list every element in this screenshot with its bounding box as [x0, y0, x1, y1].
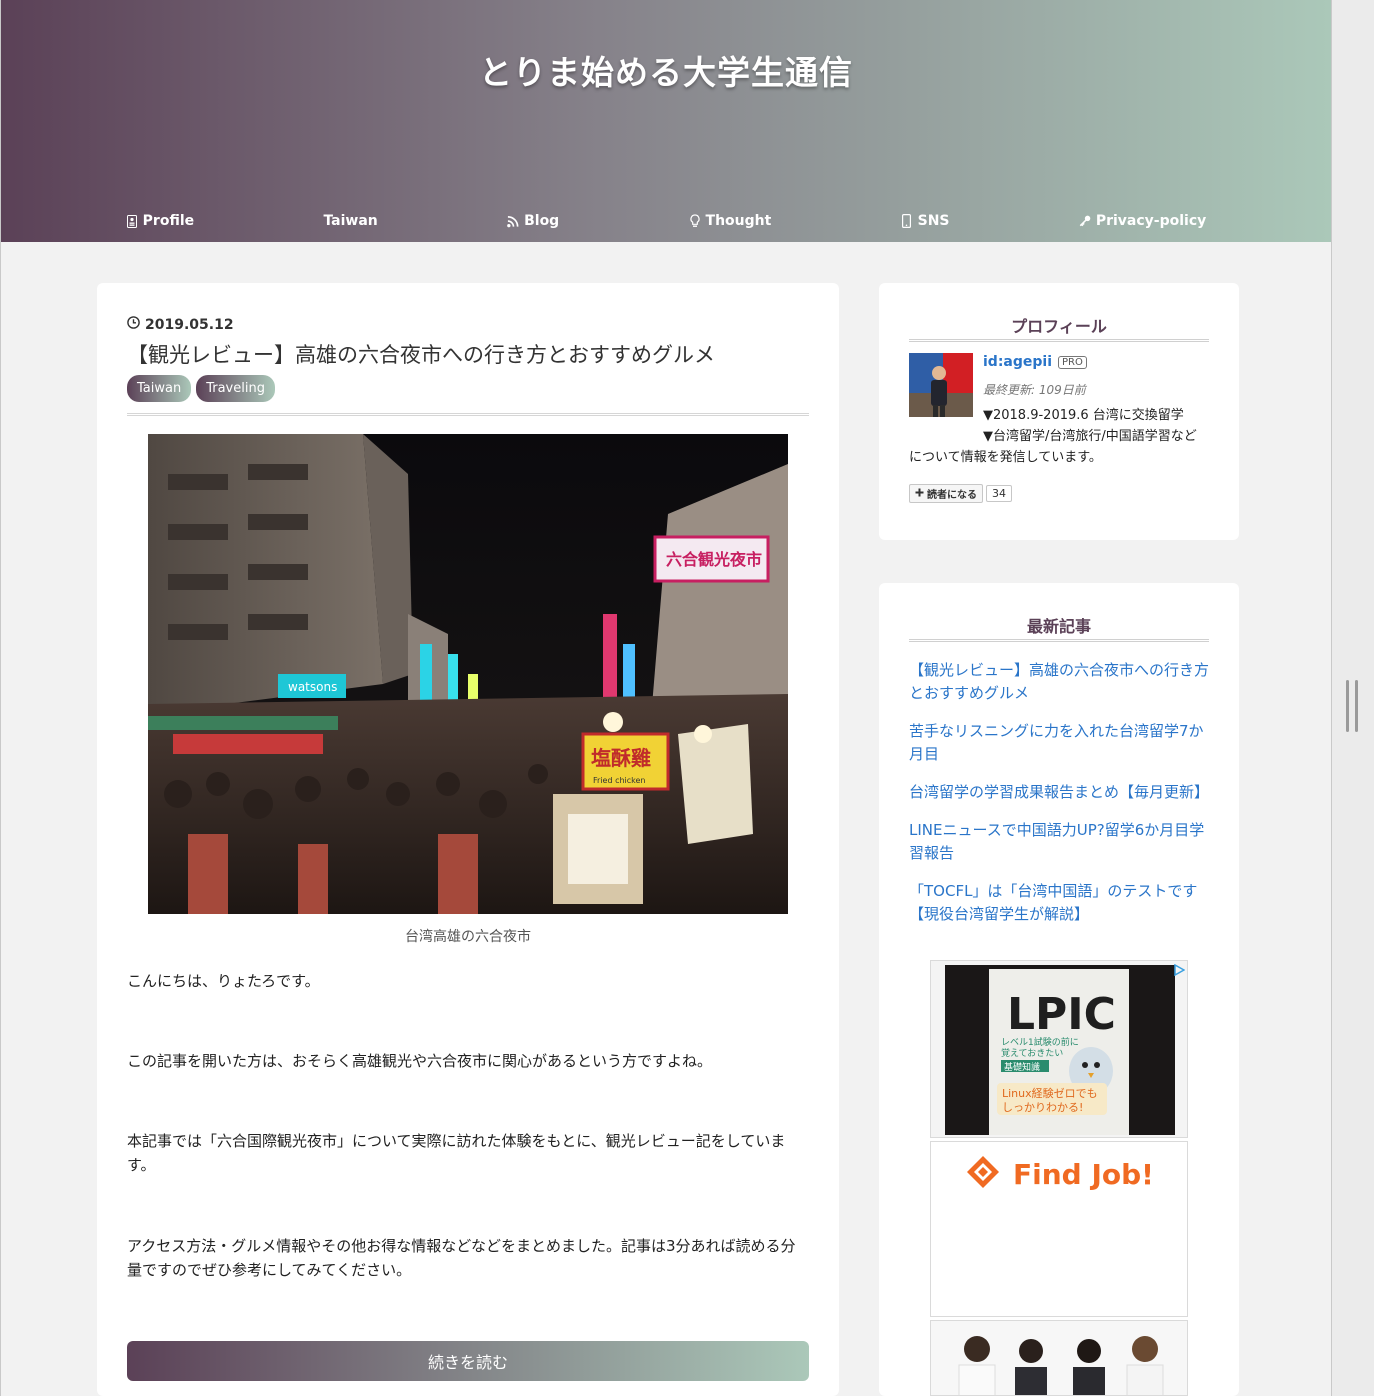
drag-handle[interactable]	[1346, 680, 1358, 732]
book-title: LPIC	[1007, 989, 1116, 1040]
book-band: 基礎知識	[1004, 1061, 1040, 1073]
nav-privacy-policy[interactable]: Privacy-policy	[1039, 208, 1246, 234]
lightbulb-icon	[689, 214, 701, 228]
recent-post-link[interactable]: LINEニュースで中国語力UP?留学6か月目学習報告	[909, 819, 1209, 865]
profile-heading: プロフィール	[1011, 317, 1107, 336]
recent-heading: 最新記事	[1026, 617, 1091, 636]
market-sign: 六合観光夜市	[666, 550, 762, 569]
ad-block: LPIC レベル1試験の前に 覚えておきたい 基礎知識 Linux経験ゼロでも …	[930, 960, 1189, 1396]
nav-blog[interactable]: Blog	[467, 208, 599, 234]
ad-book[interactable]: LPIC レベル1試験の前に 覚えておきたい 基礎知識 Linux経験ゼロでも …	[930, 960, 1188, 1138]
article-paragraph-4: アクセス方法・グルメ情報やその他お得な情報などなどをまとめました。記事は3分あれ…	[127, 1237, 796, 1279]
image-caption: 台湾高雄の六合夜市	[405, 929, 531, 945]
nav-blog-label: Blog	[524, 213, 560, 229]
tag-taiwan[interactable]: Taiwan	[127, 375, 192, 402]
book-tagline-1: Linux経験ゼロでも	[1002, 1086, 1098, 1100]
recent-list: 【観光レビュー】高雄の六合夜市への行き方とおすすめグルメ 苦手なリスニングに力を…	[909, 659, 1209, 941]
article-title[interactable]: 【観光レビュー】高雄の六合夜市への行き方とおすすめグルメ	[127, 339, 715, 369]
article-paragraph-3: 本記事では「六合国際観光夜市」について実際に訪れた体験をもとに、観光レビュー記を…	[127, 1132, 786, 1174]
fried-chicken-sign: 塩酥雞	[591, 746, 651, 770]
nav-profile-label: Profile	[142, 213, 195, 229]
book-tagline-2: しっかりわかる!	[1002, 1101, 1083, 1114]
article-tags: Taiwan Traveling	[127, 375, 275, 402]
nav-sns[interactable]: SNS	[861, 208, 990, 234]
site-title[interactable]: とりま始める大学生通信	[1, 46, 1331, 94]
watsons-sign: watsons	[288, 680, 337, 694]
subscribe-widget: 読者になる 34	[909, 484, 1012, 503]
title-divider	[127, 413, 809, 416]
recent-post-link[interactable]: 苦手なリスニングに力を入れた台湾留学7か月目	[909, 720, 1209, 766]
read-more-button[interactable]: 続きを読む	[127, 1341, 809, 1381]
clock-icon	[127, 316, 140, 333]
article-paragraph-2: この記事を開いた方は、おそらく高雄観光や六合夜市に関心があるという方ですよね。	[127, 1052, 713, 1070]
browser-window: とりま始める大学生通信 Profile Taiwan Blog Thought …	[0, 0, 1332, 1396]
fried-chicken-subsign: Fried chicken	[593, 776, 646, 785]
pro-badge: PRO	[1058, 355, 1087, 369]
subscribe-label: 読者になる	[927, 490, 977, 501]
global-nav: Profile Taiwan Blog Thought SNS Privacy-…	[1, 208, 1331, 234]
article-card: 2019.05.12 【観光レビュー】高雄の六合夜市への行き方とおすすめグルメ …	[97, 283, 839, 1396]
profile-id: id:agepii PRO	[983, 354, 1087, 370]
night-market-photo: watsons 六合観光夜市 塩酥雞 Fried chicken	[148, 434, 788, 914]
site-header: とりま始める大学生通信 Profile Taiwan Blog Thought …	[1, 0, 1331, 242]
profile-id-link[interactable]: id:agepii	[983, 354, 1052, 370]
profile-bio-line-2: ▼台湾留学/台湾旅行/中国語学習などについて情報を発信しています。	[909, 429, 1197, 465]
nav-privacy-policy-label: Privacy-policy	[1095, 213, 1207, 229]
recent-posts-widget: 最新記事 【観光レビュー】高雄の六合夜市への行き方とおすすめグルメ 苦手なリスニ…	[879, 583, 1239, 1396]
profile-heading-divider	[909, 339, 1209, 342]
find-job-logo: Find Job!	[1013, 1158, 1154, 1191]
ad-people[interactable]	[930, 1320, 1188, 1396]
nav-taiwan-label: Taiwan	[323, 213, 378, 229]
recent-post-link[interactable]: 【観光レビュー】高雄の六合夜市への行き方とおすすめグルメ	[909, 659, 1209, 705]
last-updated: 最終更新: 109日前	[983, 383, 1086, 397]
mobile-icon	[901, 214, 913, 228]
nav-taiwan[interactable]: Taiwan	[283, 208, 417, 234]
profile-bio-line-1: ▼2018.9-2019.6 台湾に交換留学	[983, 408, 1184, 423]
article-date: 2019.05.12	[127, 316, 234, 333]
subscribe-button[interactable]: 読者になる	[909, 484, 983, 503]
key-icon	[1079, 214, 1091, 228]
tag-traveling[interactable]: Traveling	[196, 375, 275, 402]
book-subtitle-2: 覚えておきたい	[1001, 1047, 1063, 1059]
book-subtitle-1: レベル1試験の前に	[1001, 1036, 1079, 1048]
ad-choices-icon[interactable]	[1173, 961, 1186, 977]
rss-icon	[507, 214, 519, 228]
plus-icon	[915, 488, 924, 500]
ad-find-job[interactable]: Find Job!	[930, 1141, 1188, 1317]
avatar[interactable]	[909, 353, 973, 417]
id-card-icon	[126, 214, 138, 228]
article-date-text: 2019.05.12	[145, 316, 234, 333]
nav-thought[interactable]: Thought	[649, 208, 812, 234]
recent-heading-divider	[909, 639, 1209, 642]
article-paragraph-1: こんにちは、りょたろです。	[127, 972, 320, 990]
nav-profile[interactable]: Profile	[86, 208, 234, 234]
recent-post-link[interactable]: 台湾留学の学習成果報告まとめ【毎月更新】	[909, 781, 1209, 804]
nav-sns-label: SNS	[917, 213, 950, 229]
recent-post-link[interactable]: 「TOCFL」は「台湾中国語」のテストです【現役台湾留学生が解説】	[909, 880, 1209, 926]
profile-widget: プロフィール id:agepii PRO 最終更新: 109日前 ▼2018.9…	[879, 283, 1239, 540]
subscriber-count: 34	[986, 485, 1012, 502]
nav-thought-label: Thought	[705, 213, 772, 229]
